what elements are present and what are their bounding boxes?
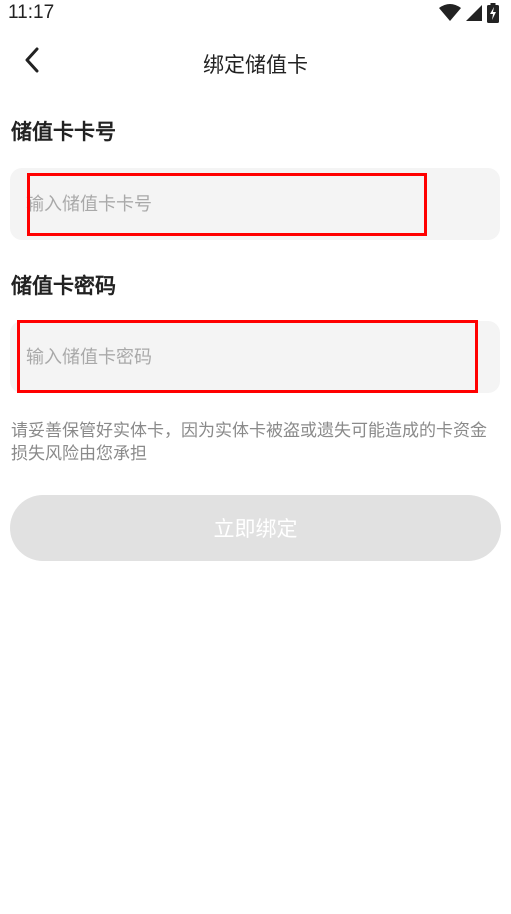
- wifi-icon: [439, 4, 461, 22]
- bind-now-button[interactable]: 立即绑定: [10, 495, 501, 561]
- signal-icon: [465, 4, 483, 22]
- battery-charging-icon: [487, 3, 499, 23]
- status-icons: [439, 3, 499, 23]
- card-number-input[interactable]: [26, 168, 486, 240]
- card-number-label: 储值卡卡号: [11, 120, 116, 144]
- card-password-field: [10, 321, 500, 393]
- card-number-field: [10, 168, 500, 240]
- page-title: 绑定储值卡: [203, 53, 308, 77]
- safety-notice: 请妥善保管好实体卡，因为实体卡被盗或遗失可能造成的卡资金损失风险由您承担: [11, 421, 487, 464]
- card-password-label: 储值卡密码: [11, 274, 116, 298]
- card-password-input[interactable]: [26, 321, 486, 393]
- status-time: 11:17: [8, 2, 55, 23]
- status-bar: 11:17: [0, 0, 511, 28]
- header: 绑定储值卡: [0, 38, 511, 86]
